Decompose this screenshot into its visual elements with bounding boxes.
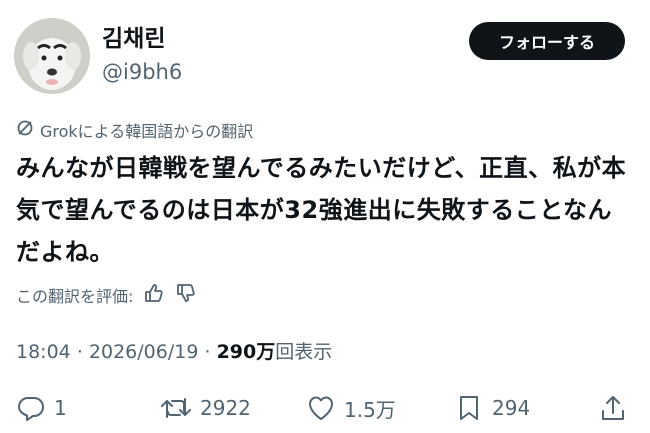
view-count: 290万: [216, 341, 276, 363]
rating-label: この翻訳を評価:: [16, 287, 134, 306]
post-time[interactable]: 18:04: [16, 341, 71, 363]
thumbs-down-icon[interactable]: [175, 282, 197, 308]
repost-icon: [160, 393, 192, 423]
separator: ·: [204, 341, 211, 363]
reply-icon: [16, 393, 46, 423]
bookmark-icon: [454, 393, 484, 423]
avatar[interactable]: [14, 18, 90, 94]
translation-notice: Grokによる韓国語からの翻訳: [16, 118, 253, 142]
user-handle[interactable]: @i9bh6: [102, 58, 182, 86]
share-icon: [598, 393, 628, 423]
bookmark-count: 294: [492, 396, 531, 420]
translate-icon: [16, 119, 34, 141]
reply-button[interactable]: 1: [16, 390, 67, 426]
translation-rating: この翻訳を評価:: [16, 283, 197, 307]
like-icon: [306, 393, 336, 423]
post-date[interactable]: 2026/06/19: [89, 341, 199, 363]
post-text: みんなが日韓戦を望んでるみたいだけど、正直、私が本気で望んでるのは日本が32強進…: [16, 154, 627, 266]
reply-count: 1: [54, 396, 67, 420]
translation-label: Grokによる韓国語からの翻訳: [40, 122, 254, 141]
follow-button[interactable]: フォローする: [469, 22, 625, 60]
like-button[interactable]: 1.5万: [306, 390, 396, 426]
share-button[interactable]: [598, 390, 628, 426]
view-label: 回表示: [275, 341, 333, 363]
like-count: 1.5万: [344, 397, 396, 422]
bookmark-button[interactable]: 294: [454, 390, 530, 426]
separator: ·: [76, 341, 83, 363]
action-bar: 1 2922 1.5万 294: [0, 390, 650, 426]
repost-button[interactable]: 2922: [160, 390, 251, 426]
display-name[interactable]: 김채린: [102, 24, 165, 54]
repost-count: 2922: [200, 396, 251, 420]
thumbs-up-icon[interactable]: [143, 282, 165, 308]
post-meta: 18:04 · 2026/06/19 · 290万回表示: [16, 339, 332, 365]
